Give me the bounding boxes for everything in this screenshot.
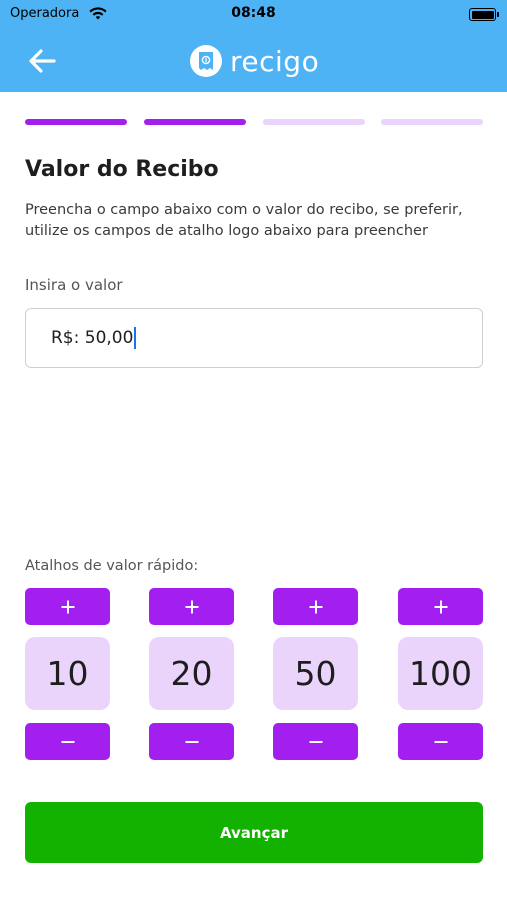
arrow-left-icon (29, 49, 56, 73)
back-button[interactable] (26, 46, 60, 76)
value-input-label: Insira o valor (25, 276, 123, 294)
plus-icon (309, 600, 322, 613)
receipt-logo-icon (190, 45, 222, 77)
progress-step-4 (381, 119, 483, 125)
text-cursor (134, 327, 137, 349)
app-header: recigo (0, 30, 507, 92)
shortcut-10: 10 (25, 588, 110, 760)
shortcut-value-tile[interactable]: 10 (25, 637, 110, 710)
shortcut-value-tile[interactable]: 50 (273, 637, 358, 710)
page-description: Preencha o campo abaixo com o valor do r… (25, 202, 463, 239)
step-progress (25, 119, 483, 125)
decrement-10-button[interactable] (25, 723, 110, 760)
value-input[interactable]: R$: 50,00 (25, 308, 483, 368)
increment-50-button[interactable] (273, 588, 358, 625)
decrement-20-button[interactable] (149, 723, 234, 760)
minus-icon (309, 740, 322, 743)
increment-20-button[interactable] (149, 588, 234, 625)
decrement-100-button[interactable] (398, 723, 483, 760)
app-name: recigo (230, 44, 320, 78)
shortcut-20: 20 (149, 588, 234, 760)
progress-step-2 (144, 119, 246, 125)
shortcuts-label: Atalhos de valor rápido: (25, 558, 199, 574)
battery-icon (469, 8, 499, 21)
shortcut-value-tile[interactable]: 100 (398, 637, 483, 710)
progress-step-3 (263, 119, 365, 125)
plus-icon (434, 600, 447, 613)
minus-icon (185, 740, 198, 743)
value-input-text: R$: 50,00 (51, 328, 134, 348)
app-logo: recigo (190, 43, 319, 79)
increment-10-button[interactable] (25, 588, 110, 625)
shortcut-100: 100 (398, 588, 483, 760)
shortcut-value-tile[interactable]: 20 (149, 637, 234, 710)
clock: 08:48 (231, 5, 276, 21)
status-bar: Operadora 08:48 (0, 0, 507, 30)
plus-icon (61, 600, 74, 613)
progress-step-1 (25, 119, 127, 125)
shortcut-50: 50 (273, 588, 358, 760)
minus-icon (61, 740, 74, 743)
increment-100-button[interactable] (398, 588, 483, 625)
minus-icon (434, 740, 447, 743)
plus-icon (185, 600, 198, 613)
decrement-50-button[interactable] (273, 723, 358, 760)
page-title: Valor do Recibo (25, 157, 219, 182)
next-button[interactable]: Avançar (25, 802, 483, 863)
